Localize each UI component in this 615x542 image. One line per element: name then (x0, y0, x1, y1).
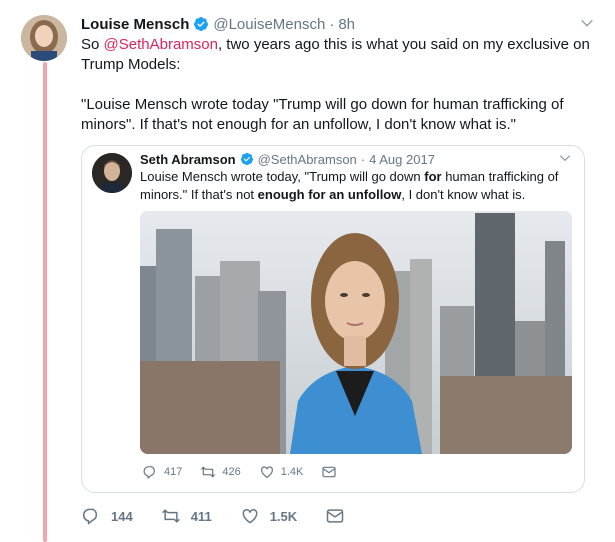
separator: · (360, 151, 366, 167)
retweet-icon (161, 509, 180, 523)
video-image (140, 211, 572, 454)
quoted-author-name[interactable]: Seth Abramson (140, 152, 236, 167)
dm-button[interactable] (321, 464, 343, 480)
quoted-avatar-image (92, 153, 132, 193)
like-icon (260, 466, 273, 479)
video-thumbnail[interactable] (140, 211, 572, 454)
tweet-header: Louise Mensch @LouiseMensch · 8h (81, 13, 595, 35)
chevron-down-icon[interactable] (558, 151, 572, 165)
quoted-date[interactable]: 4 Aug 2017 (369, 152, 435, 167)
quoted-text-bold: enough for an unfollow (257, 187, 402, 202)
quoted-text-part: , I don't know what is. (401, 187, 526, 202)
separator: · (329, 15, 335, 33)
tweet-actions: 144 411 1.5K (81, 505, 383, 527)
avatar-image (21, 15, 67, 61)
author-name[interactable]: Louise Mensch (81, 16, 189, 33)
quoted-text: Louise Mensch wrote today, "Trump will g… (140, 168, 570, 204)
author-handle[interactable]: @LouiseMensch (213, 16, 325, 33)
tweet-text: So @SethAbramson, two years ago this is … (81, 35, 601, 135)
dm-icon (322, 466, 336, 478)
dm-button[interactable] (325, 506, 355, 526)
mention-link[interactable]: @SethAbramson (104, 36, 218, 53)
reply-count: 417 (164, 466, 183, 478)
reply-icon (82, 508, 98, 525)
text-prefix: So (81, 36, 104, 53)
chevron-down-icon[interactable] (579, 15, 595, 31)
reply-button[interactable]: 417 (142, 464, 182, 480)
quoted-tweet-card[interactable]: Seth Abramson @SethAbramson · 4 Aug 2017… (81, 145, 585, 493)
thread-line (43, 62, 47, 542)
quoted-actions: 417 426 1.4K (142, 462, 361, 482)
reply-count: 144 (111, 508, 133, 524)
quoted-text-part: Louise Mensch wrote today, "Trump will g… (140, 169, 425, 184)
reply-icon (143, 466, 155, 479)
tweet-time[interactable]: 8h (338, 16, 355, 33)
quoted-paragraph: "Louise Mensch wrote today "Trump will g… (81, 96, 564, 133)
like-button[interactable]: 1.5K (240, 506, 297, 526)
like-count: 1.4K (280, 466, 304, 478)
reply-button[interactable]: 144 (81, 506, 133, 526)
retweet-icon (201, 466, 216, 478)
like-count: 1.5K (269, 508, 298, 524)
verified-icon (240, 152, 253, 166)
avatar[interactable] (21, 15, 67, 61)
retweet-count: 426 (222, 466, 241, 478)
quoted-author-handle[interactable]: @SethAbramson (258, 152, 357, 167)
quoted-avatar[interactable] (92, 153, 132, 193)
quoted-header: Seth Abramson @SethAbramson · 4 Aug 2017 (140, 149, 572, 169)
dm-icon (326, 509, 344, 523)
like-button[interactable]: 1.4K (259, 464, 304, 480)
quoted-text-bold: for (424, 169, 442, 184)
like-icon (242, 508, 258, 524)
verified-icon (194, 17, 209, 31)
retweet-button[interactable]: 426 (200, 464, 241, 480)
retweet-button[interactable]: 411 (161, 506, 212, 526)
retweet-count: 411 (190, 508, 212, 524)
